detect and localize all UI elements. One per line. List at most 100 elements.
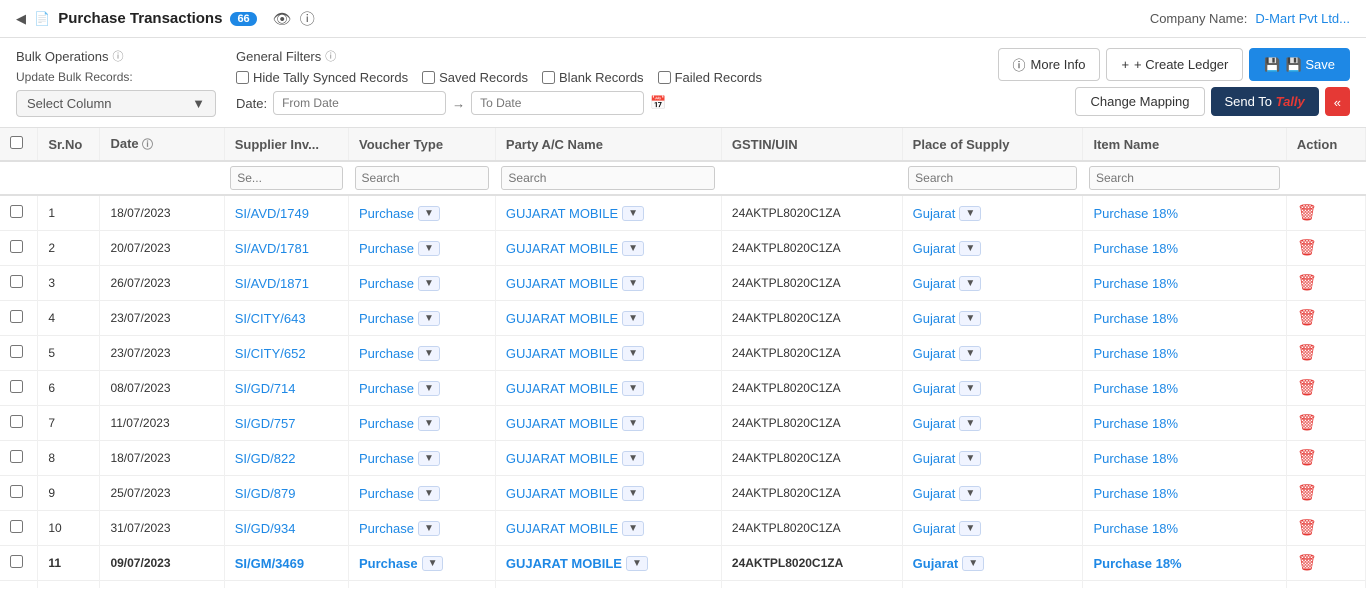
supplier-inv-link[interactable]: SI/GD/934 bbox=[235, 521, 296, 536]
voucher-dropdown-arrow[interactable]: ▼ bbox=[418, 521, 440, 536]
delete-row-button[interactable]: 🗑 bbox=[1297, 518, 1317, 538]
supply-link[interactable]: Gujarat bbox=[913, 276, 956, 291]
change-mapping-button[interactable]: Change Mapping bbox=[1075, 87, 1204, 116]
more-info-button[interactable]: ⓘ More Info bbox=[998, 48, 1101, 81]
party-name-link[interactable]: GUJARAT MOBILE bbox=[506, 486, 618, 501]
supply-search-input[interactable] bbox=[908, 166, 1077, 190]
party-name-link[interactable]: GUJARAT MOBILE bbox=[506, 416, 618, 431]
row-checkbox[interactable] bbox=[10, 205, 23, 218]
item-name-link[interactable]: Purchase 18% bbox=[1093, 276, 1178, 291]
save-button[interactable]: 💾 💾 Save bbox=[1249, 48, 1350, 81]
item-search-input[interactable] bbox=[1089, 166, 1280, 190]
supply-dropdown-arrow[interactable]: ▼ bbox=[959, 206, 981, 221]
supplier-inv-link[interactable]: SI/GD/879 bbox=[235, 486, 296, 501]
voucher-dropdown-arrow[interactable]: ▼ bbox=[418, 381, 440, 396]
row-checkbox[interactable] bbox=[10, 275, 23, 288]
voucher-dropdown-arrow[interactable]: ▼ bbox=[418, 451, 440, 466]
voucher-type-link[interactable]: Purchase bbox=[359, 416, 414, 431]
row-checkbox[interactable] bbox=[10, 380, 23, 393]
supply-dropdown-arrow[interactable]: ▼ bbox=[959, 451, 981, 466]
supply-link[interactable]: Gujarat bbox=[913, 311, 956, 326]
party-dropdown-arrow[interactable]: ▼ bbox=[622, 381, 644, 396]
voucher-type-link[interactable]: Purchase bbox=[359, 311, 414, 326]
supplier-inv-link[interactable]: SI/GD/714 bbox=[235, 381, 296, 396]
voucher-type-link[interactable]: Purchase bbox=[359, 556, 418, 571]
voucher-dropdown-arrow[interactable]: ▼ bbox=[418, 311, 440, 326]
party-dropdown-arrow[interactable]: ▼ bbox=[622, 346, 644, 361]
supply-link[interactable]: Gujarat bbox=[913, 486, 956, 501]
party-name-link[interactable]: GUJARAT MOBILE bbox=[506, 556, 622, 571]
supplier-inv-link[interactable]: SI/AVD/1871 bbox=[235, 276, 309, 291]
delete-row-button[interactable]: 🗑 bbox=[1297, 238, 1317, 258]
supply-dropdown-arrow[interactable]: ▼ bbox=[962, 556, 984, 571]
hide-tally-checkbox[interactable] bbox=[236, 71, 249, 84]
supplier-inv-link[interactable]: SI/CITY/652 bbox=[235, 346, 306, 361]
supply-link[interactable]: Gujarat bbox=[913, 416, 956, 431]
voucher-type-link[interactable]: Purchase bbox=[359, 346, 414, 361]
item-name-link[interactable]: Purchase 18% bbox=[1093, 206, 1178, 221]
item-name-link[interactable]: Purchase 18% bbox=[1093, 486, 1178, 501]
voucher-dropdown-arrow[interactable]: ▼ bbox=[418, 346, 440, 361]
voucher-dropdown-arrow[interactable]: ▼ bbox=[418, 486, 440, 501]
supplier-search-input[interactable] bbox=[230, 166, 342, 190]
row-checkbox[interactable] bbox=[10, 520, 23, 533]
delete-row-button[interactable]: 🗑 bbox=[1297, 343, 1317, 363]
delete-row-button[interactable]: 🗑 bbox=[1297, 378, 1317, 398]
send-to-tally-button[interactable]: Send To Tally bbox=[1211, 87, 1319, 116]
supply-link[interactable]: Gujarat bbox=[913, 241, 956, 256]
party-name-link[interactable]: GUJARAT MOBILE bbox=[506, 276, 618, 291]
delete-row-button[interactable]: 🗑 bbox=[1297, 483, 1317, 503]
row-checkbox[interactable] bbox=[10, 240, 23, 253]
saved-records-filter[interactable]: Saved Records bbox=[422, 70, 528, 85]
supply-link[interactable]: Gujarat bbox=[913, 451, 956, 466]
info-circle-icon[interactable]: ⓘ bbox=[300, 8, 315, 29]
party-dropdown-arrow[interactable]: ▼ bbox=[626, 556, 648, 571]
supplier-inv-link[interactable]: SI/CITY/643 bbox=[235, 311, 306, 326]
party-dropdown-arrow[interactable]: ▼ bbox=[622, 276, 644, 291]
item-name-link[interactable]: Purchase 18% bbox=[1093, 241, 1178, 256]
item-name-link[interactable]: Purchase 18% bbox=[1093, 556, 1181, 571]
voucher-type-link[interactable]: Purchase bbox=[359, 381, 414, 396]
select-all-checkbox[interactable] bbox=[10, 136, 23, 149]
back-button[interactable]: ◀ bbox=[16, 11, 26, 27]
party-name-link[interactable]: GUJARAT MOBILE bbox=[506, 346, 618, 361]
supply-dropdown-arrow[interactable]: ▼ bbox=[959, 241, 981, 256]
supplier-inv-link[interactable]: SI/GM/3469 bbox=[235, 556, 304, 571]
supply-dropdown-arrow[interactable]: ▼ bbox=[959, 521, 981, 536]
voucher-search-input[interactable] bbox=[355, 166, 490, 190]
item-name-link[interactable]: Purchase 18% bbox=[1093, 381, 1178, 396]
supply-dropdown-arrow[interactable]: ▼ bbox=[959, 311, 981, 326]
voucher-type-link[interactable]: Purchase bbox=[359, 451, 414, 466]
from-date-input[interactable] bbox=[273, 91, 446, 115]
saved-records-checkbox[interactable] bbox=[422, 71, 435, 84]
delete-row-button[interactable]: 🗑 bbox=[1297, 308, 1317, 328]
voucher-type-link[interactable]: Purchase bbox=[359, 521, 414, 536]
supply-dropdown-arrow[interactable]: ▼ bbox=[959, 381, 981, 396]
supply-link[interactable]: Gujarat bbox=[913, 381, 956, 396]
item-name-link[interactable]: Purchase 18% bbox=[1093, 451, 1178, 466]
to-date-input[interactable] bbox=[471, 91, 644, 115]
failed-records-checkbox[interactable] bbox=[658, 71, 671, 84]
collapse-panel-button[interactable]: « bbox=[1325, 87, 1350, 116]
supplier-inv-link[interactable]: SI/GD/822 bbox=[235, 451, 296, 466]
voucher-type-link[interactable]: Purchase bbox=[359, 241, 414, 256]
item-name-link[interactable]: Purchase 18% bbox=[1093, 521, 1178, 536]
party-name-link[interactable]: GUJARAT MOBILE bbox=[506, 381, 618, 396]
party-name-link[interactable]: GUJARAT MOBILE bbox=[506, 311, 618, 326]
blank-records-filter[interactable]: Blank Records bbox=[542, 70, 644, 85]
supply-link[interactable]: Gujarat bbox=[913, 521, 956, 536]
row-checkbox[interactable] bbox=[10, 485, 23, 498]
party-name-link[interactable]: GUJARAT MOBILE bbox=[506, 521, 618, 536]
party-dropdown-arrow[interactable]: ▼ bbox=[622, 416, 644, 431]
item-name-link[interactable]: Purchase 18% bbox=[1093, 416, 1178, 431]
row-checkbox[interactable] bbox=[10, 415, 23, 428]
voucher-dropdown-arrow[interactable]: ▼ bbox=[418, 416, 440, 431]
voucher-dropdown-arrow[interactable]: ▼ bbox=[422, 556, 444, 571]
supply-dropdown-arrow[interactable]: ▼ bbox=[959, 276, 981, 291]
supplier-inv-link[interactable]: SI/GD/757 bbox=[235, 416, 296, 431]
party-name-link[interactable]: GUJARAT MOBILE bbox=[506, 451, 618, 466]
voucher-dropdown-arrow[interactable]: ▼ bbox=[418, 241, 440, 256]
blank-records-checkbox[interactable] bbox=[542, 71, 555, 84]
supply-dropdown-arrow[interactable]: ▼ bbox=[959, 346, 981, 361]
row-checkbox[interactable] bbox=[10, 345, 23, 358]
